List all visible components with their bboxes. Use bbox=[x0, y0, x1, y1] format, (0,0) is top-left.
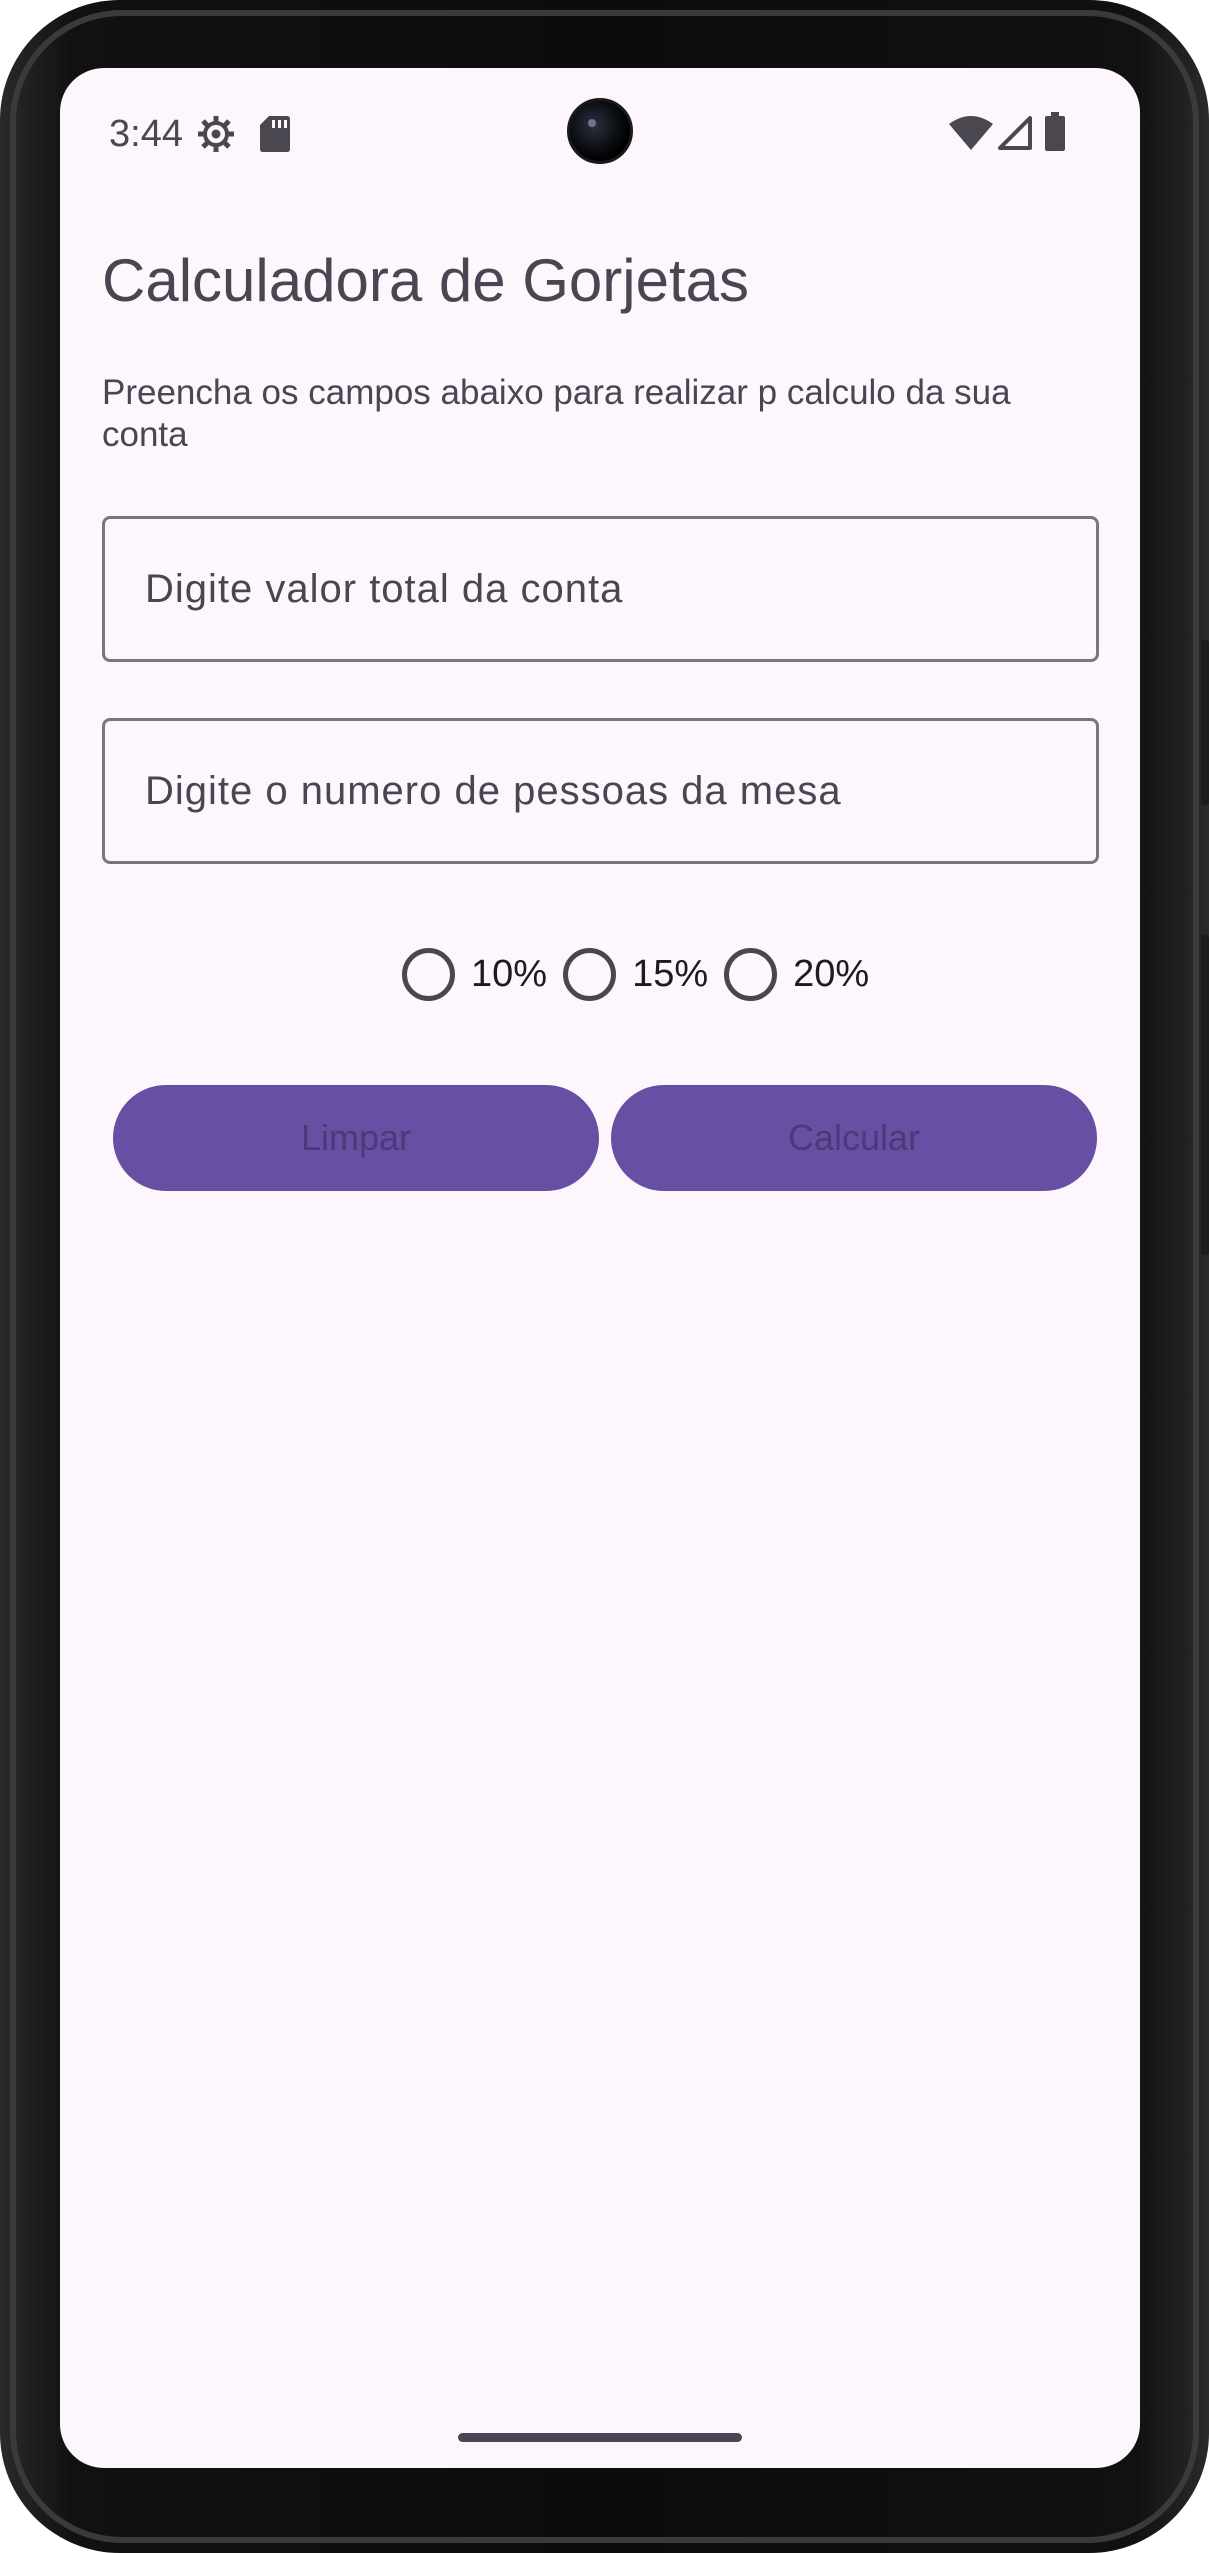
people-count-input[interactable]: Digite o numero de pessoas da mesa bbox=[102, 718, 1099, 864]
bill-total-placeholder: Digite valor total da conta bbox=[145, 566, 624, 611]
screen: 3:44 Calculadora de Gorjetas Preencha os… bbox=[60, 68, 1140, 2468]
radio-button-icon[interactable] bbox=[402, 947, 455, 1001]
settings-gear-icon bbox=[198, 116, 234, 152]
radio-button-icon[interactable] bbox=[724, 947, 778, 1001]
home-gesture-bar[interactable] bbox=[458, 2433, 742, 2442]
power-button bbox=[1201, 640, 1209, 805]
tip-option-20[interactable]: 20% bbox=[724, 947, 870, 1001]
status-bar: 3:44 bbox=[60, 68, 1140, 198]
radio-button-icon[interactable] bbox=[563, 947, 617, 1001]
front-camera bbox=[567, 98, 633, 164]
tip-option-label: 20% bbox=[793, 952, 870, 995]
wifi-icon bbox=[949, 116, 993, 150]
battery-icon bbox=[1045, 112, 1065, 151]
status-time: 3:44 bbox=[109, 113, 183, 155]
app-title: Calculadora de Gorjetas bbox=[102, 247, 750, 314]
instructions-text: Preencha os campos abaixo para realizar … bbox=[102, 373, 1011, 454]
clear-button[interactable]: Limpar bbox=[113, 1085, 599, 1191]
calculate-button[interactable]: Calcular bbox=[611, 1085, 1097, 1191]
cell-signal-icon bbox=[998, 116, 1032, 150]
tip-option-10[interactable]: 10% bbox=[402, 947, 548, 1001]
volume-button bbox=[1201, 935, 1209, 1255]
tip-option-label: 15% bbox=[632, 952, 709, 995]
people-count-placeholder: Digite o numero de pessoas da mesa bbox=[145, 768, 842, 813]
phone-frame: 3:44 Calculadora de Gorjetas Preencha os… bbox=[0, 0, 1209, 2553]
bill-total-input[interactable]: Digite valor total da conta bbox=[102, 516, 1099, 662]
sd-card-icon bbox=[260, 116, 290, 152]
tip-option-15[interactable]: 15% bbox=[563, 947, 709, 1001]
tip-option-label: 10% bbox=[471, 952, 548, 995]
tip-percentage-radio-group: 10% 15% 20% bbox=[402, 944, 885, 1004]
